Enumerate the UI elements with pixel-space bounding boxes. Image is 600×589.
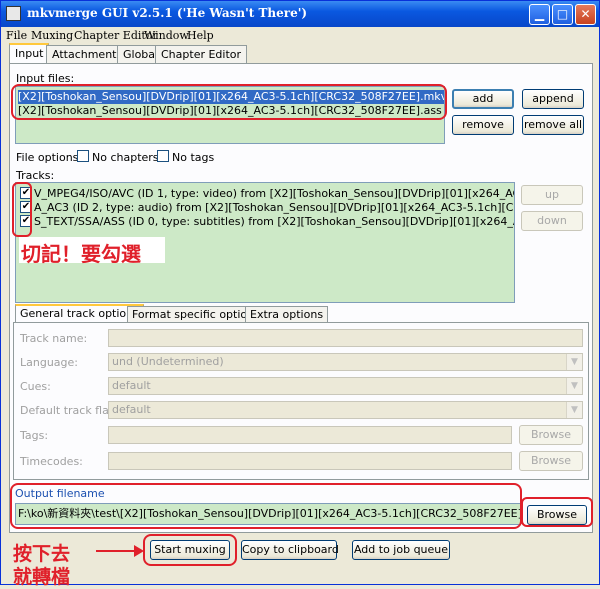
remove-all-button[interactable]: remove all xyxy=(522,115,584,135)
track-item[interactable]: V_MPEG4/ISO/AVC (ID 1, type: video) from… xyxy=(34,187,514,201)
highlight-start-muxing xyxy=(143,534,237,566)
track-name-input[interactable] xyxy=(108,329,583,347)
track-down-button[interactable]: down xyxy=(521,211,583,231)
dropdown-arrow-icon: ▼ xyxy=(566,354,582,370)
tab-attachments[interactable]: Attachments xyxy=(46,45,129,64)
dropdown-arrow-icon: ▼ xyxy=(566,402,582,418)
cues-label: Cues: xyxy=(20,380,51,393)
default-track-flag-label: Default track flag: xyxy=(20,404,120,417)
track-name-label: Track name: xyxy=(20,332,88,345)
menu-help[interactable]: Help xyxy=(187,29,214,42)
minimize-button[interactable]: ▁ xyxy=(529,4,550,25)
cues-value: default xyxy=(112,379,151,392)
language-value: und (Undetermined) xyxy=(112,355,224,368)
highlight-output xyxy=(10,483,522,529)
language-label: Language: xyxy=(20,356,78,369)
mkvmerge-window: mkvmerge GUI v2.5.1 ('He Wasn't There') … xyxy=(0,0,600,588)
window-title: mkvmerge GUI v2.5.1 ('He Wasn't There') xyxy=(27,6,308,20)
default-track-flag-value: default xyxy=(112,403,151,416)
no-tags-label[interactable]: No tags xyxy=(172,151,214,164)
default-track-flag-select[interactable]: default ▼ xyxy=(108,401,583,419)
track-up-button[interactable]: up xyxy=(521,185,583,205)
add-button[interactable]: add xyxy=(452,89,514,109)
no-tags-checkbox[interactable] xyxy=(157,150,169,162)
language-select[interactable]: und (Undetermined) ▼ xyxy=(108,353,583,371)
no-chapters-checkbox[interactable] xyxy=(77,150,89,162)
timecodes-input[interactable] xyxy=(108,452,512,470)
menu-file[interactable]: File xyxy=(6,29,27,42)
cues-select[interactable]: default ▼ xyxy=(108,377,583,395)
app-icon xyxy=(6,6,21,21)
timecodes-browse-button[interactable]: Browse xyxy=(519,451,583,471)
maximize-icon: □ xyxy=(556,7,569,21)
dropdown-arrow-icon: ▼ xyxy=(566,378,582,394)
check-reminder-annotation: 切記！要勾選 xyxy=(21,242,141,266)
append-button[interactable]: append xyxy=(522,89,584,109)
tags-browse-button[interactable]: Browse xyxy=(519,425,583,445)
tags-input[interactable] xyxy=(108,426,512,444)
tab-general-track-options[interactable]: General track options xyxy=(15,304,144,323)
menu-muxing[interactable]: Muxing xyxy=(31,29,73,42)
tab-chapter-editor[interactable]: Chapter Editor xyxy=(155,45,248,64)
copy-to-clipboard-button[interactable]: Copy to clipboard xyxy=(241,540,339,560)
tab-extra-options[interactable]: Extra options xyxy=(245,306,329,323)
minimize-icon: ▁ xyxy=(534,7,545,21)
timecodes-label: Timecodes: xyxy=(20,455,83,468)
title-bar[interactable]: mkvmerge GUI v2.5.1 ('He Wasn't There') … xyxy=(1,1,599,27)
highlight-input-files xyxy=(11,84,447,120)
track-item[interactable]: A_AC3 (ID 2, type: audio) from [X2][Tosh… xyxy=(34,201,514,215)
highlight-output-browse xyxy=(521,497,593,527)
track-item[interactable]: S_TEXT/SSA/ASS (ID 0, type: subtitles) f… xyxy=(34,215,514,229)
tags-label: Tags: xyxy=(20,429,49,442)
add-to-job-queue-button[interactable]: Add to job queue xyxy=(352,540,450,560)
tracks-label: Tracks: xyxy=(16,169,55,182)
close-button[interactable]: ✕ xyxy=(575,4,596,25)
highlight-track-checkboxes xyxy=(12,182,32,237)
tab-input[interactable]: Input xyxy=(9,43,50,65)
remove-button[interactable]: remove xyxy=(452,115,514,135)
menu-bar: File Muxing Chapter Editor Window Help xyxy=(1,27,599,45)
close-icon: ✕ xyxy=(580,7,591,21)
maximize-button[interactable]: □ xyxy=(552,4,573,25)
arrow-icon xyxy=(96,550,136,552)
no-chapters-label[interactable]: No chapters xyxy=(92,151,159,164)
file-options-label: File options: xyxy=(16,151,83,164)
menu-window[interactable]: Window xyxy=(144,29,189,42)
